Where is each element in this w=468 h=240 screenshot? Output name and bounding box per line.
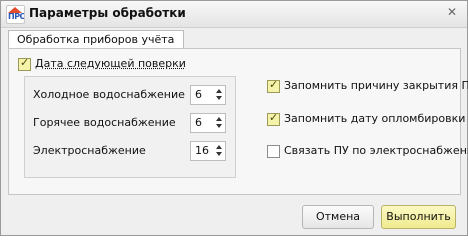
checkbox-checked-icon — [18, 56, 31, 71]
next-check-date-label: Дата следующей поверки — [35, 57, 186, 70]
tab-device-processing[interactable]: Обработка приборов учёта — [8, 30, 185, 49]
title-bar: ПРО Параметры обработки ✕ — [1, 1, 467, 28]
cancel-button[interactable]: Отмена — [302, 205, 374, 229]
spinner-arrows-icon[interactable] — [214, 87, 224, 103]
link-by-electricity-checkbox[interactable]: Связать ПУ по электроснабжению — [267, 144, 468, 158]
close-icon[interactable]: ✕ — [445, 5, 459, 19]
electricity-label: Электроснабжение — [33, 144, 146, 157]
remember-close-reason-checkbox[interactable]: Запомнить причину закрытия ПУ — [267, 78, 468, 93]
cold-water-spinner[interactable]: 6 — [190, 85, 226, 105]
dialog-window: ПРО Параметры обработки ✕ Обработка приб… — [0, 0, 468, 236]
spinner-arrows-icon[interactable] — [214, 143, 224, 159]
hot-water-value[interactable]: 6 — [195, 115, 202, 131]
intervals-group: Холодное водоснабжение 6 Горячее водосна… — [24, 76, 236, 178]
window-title: Параметры обработки — [29, 6, 186, 20]
cold-water-value[interactable]: 6 — [195, 87, 202, 103]
electricity-spinner[interactable]: 16 — [190, 141, 226, 161]
cold-water-label: Холодное водоснабжение — [33, 88, 185, 101]
app-logo-icon: ПРО — [6, 5, 25, 24]
remember-seal-date-checkbox[interactable]: Запомнить дату опломбировки — [267, 111, 466, 126]
execute-button[interactable]: Выполнить — [381, 205, 456, 229]
spinner-arrows-icon[interactable] — [214, 115, 224, 131]
checkbox-checked-icon — [267, 111, 280, 126]
checkbox-checked-icon — [267, 78, 280, 93]
remember-seal-date-label: Запомнить дату опломбировки — [284, 112, 466, 125]
remember-close-reason-label: Запомнить причину закрытия ПУ — [284, 79, 468, 92]
hot-water-label: Горячее водоснабжение — [33, 116, 176, 129]
link-by-electricity-label: Связать ПУ по электроснабжению — [284, 144, 468, 157]
tab-panel: Дата следующей поверки Холодное водоснаб… — [8, 48, 468, 195]
electricity-value[interactable]: 16 — [195, 143, 209, 159]
next-check-date-checkbox[interactable]: Дата следующей поверки — [18, 56, 186, 71]
checkbox-unchecked-icon — [267, 144, 280, 158]
hot-water-spinner[interactable]: 6 — [190, 113, 226, 133]
